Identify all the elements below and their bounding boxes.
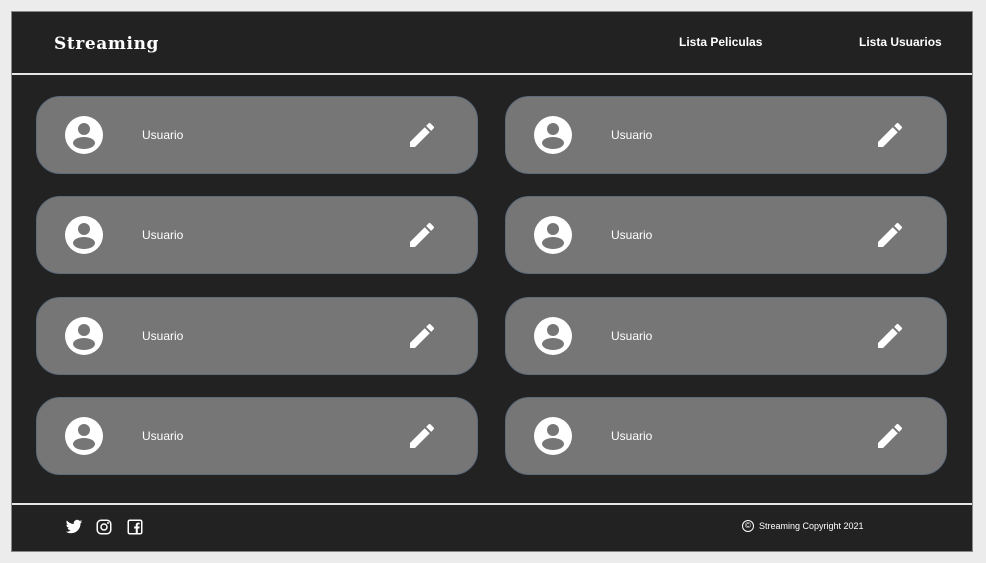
copyright: © Streaming Copyright 2021 [742, 520, 864, 532]
user-avatar-icon [65, 417, 103, 455]
edit-pencil-icon[interactable] [406, 320, 438, 352]
user-card: Usuario [505, 196, 947, 274]
user-card: Usuario [36, 196, 478, 274]
user-avatar-icon [534, 116, 572, 154]
copyright-text: Streaming Copyright 2021 [759, 521, 864, 531]
edit-pencil-icon[interactable] [874, 420, 906, 452]
edit-pencil-icon[interactable] [874, 320, 906, 352]
user-label: Usuario [142, 429, 184, 443]
edit-pencil-icon[interactable] [874, 219, 906, 251]
nav-lista-usuarios[interactable]: Lista Usuarios [859, 35, 942, 49]
copyright-icon: © [742, 520, 754, 532]
footer: © Streaming Copyright 2021 [12, 503, 972, 553]
user-label: Usuario [611, 429, 653, 443]
edit-pencil-icon[interactable] [874, 119, 906, 151]
app-frame: Streaming Lista Peliculas Lista Usuarios… [11, 11, 973, 552]
edit-pencil-icon[interactable] [406, 219, 438, 251]
nav-lista-peliculas[interactable]: Lista Peliculas [679, 35, 762, 49]
brand-title[interactable]: Streaming [54, 34, 159, 54]
user-label: Usuario [611, 329, 653, 343]
user-label: Usuario [142, 329, 184, 343]
user-avatar-icon [534, 216, 572, 254]
edit-pencil-icon[interactable] [406, 119, 438, 151]
user-avatar-icon [65, 116, 103, 154]
header: Streaming Lista Peliculas Lista Usuarios [12, 12, 972, 75]
instagram-icon[interactable] [95, 518, 113, 536]
user-card: Usuario [36, 297, 478, 375]
user-label: Usuario [611, 228, 653, 242]
user-avatar-icon [534, 417, 572, 455]
user-card: Usuario [505, 397, 947, 475]
user-card: Usuario [505, 96, 947, 174]
edit-pencil-icon[interactable] [406, 420, 438, 452]
user-label: Usuario [142, 228, 184, 242]
user-card: Usuario [36, 397, 478, 475]
user-avatar-icon [65, 317, 103, 355]
user-avatar-icon [65, 216, 103, 254]
user-label: Usuario [611, 128, 653, 142]
user-label: Usuario [142, 128, 184, 142]
user-avatar-icon [534, 317, 572, 355]
user-card: Usuario [505, 297, 947, 375]
twitter-icon[interactable] [65, 518, 83, 536]
user-card: Usuario [36, 96, 478, 174]
facebook-icon[interactable] [126, 518, 144, 536]
